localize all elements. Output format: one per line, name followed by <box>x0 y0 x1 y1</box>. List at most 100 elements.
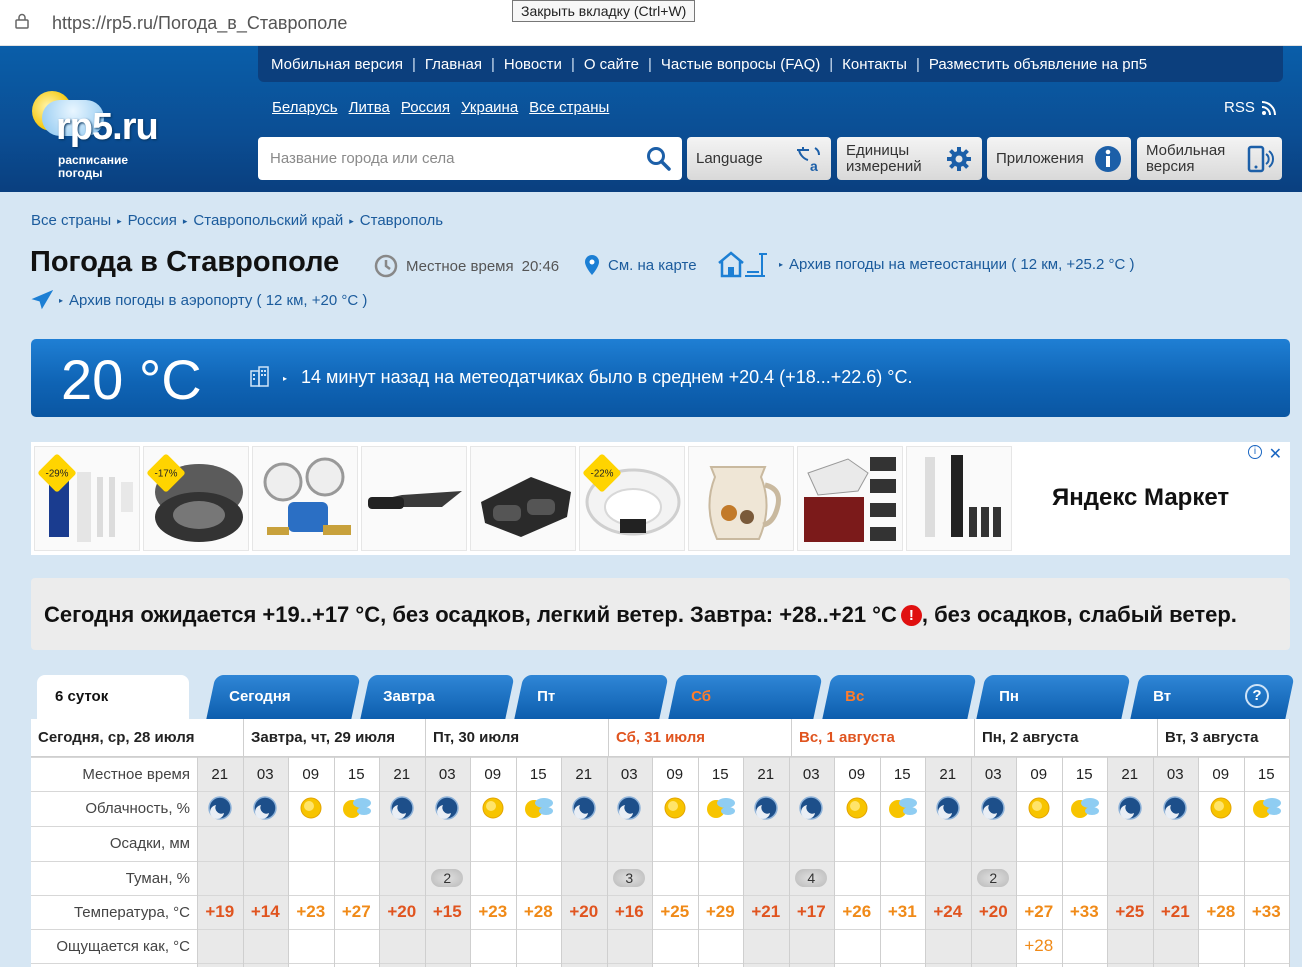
fog-cell: 4 <box>789 861 835 895</box>
station-archive-link[interactable]: ▸ Архив погоды на метеостанции ( 12 км, … <box>717 250 1135 278</box>
country-ukraine[interactable]: Украина <box>461 99 518 116</box>
night-sky-icon <box>425 791 471 825</box>
fog-badge: 2 <box>431 869 464 887</box>
breadcrumb-russia[interactable]: Россия <box>128 212 177 229</box>
svg-text:a: a <box>810 158 818 174</box>
warning-icon[interactable]: ! <box>900 605 922 626</box>
feels-like-cell <box>288 929 334 963</box>
country-all[interactable]: Все страны <box>529 99 609 116</box>
ad-product-regulator[interactable] <box>252 446 358 551</box>
ad-product-toothbrush[interactable]: -29% <box>34 446 140 551</box>
yandex-market-logo[interactable]: Яндекс Маркет <box>1052 484 1229 512</box>
apps-button[interactable]: Приложения <box>987 137 1131 180</box>
temperature-cell: +28 <box>523 902 553 921</box>
temperature-cell: +25 <box>1115 902 1145 921</box>
fog-cell <box>1062 861 1108 895</box>
feels-like-cell <box>561 929 607 963</box>
temperature-cell: +15 <box>432 902 462 921</box>
tab-today[interactable]: Сегодня <box>206 675 361 719</box>
night-sky-icon <box>743 791 789 825</box>
breadcrumb: Все страны ▸ Россия ▸ Ставропольский край ▸… <box>31 212 444 229</box>
tab-tuesday[interactable]: Вт <box>1130 675 1295 719</box>
help-icon[interactable]: ? <box>1245 684 1269 708</box>
airport-archive-link[interactable]: ▸ Архив погоды в аэропорту ( 12 км, +20 … <box>31 289 367 311</box>
ad-info-icon[interactable]: i <box>1248 445 1262 459</box>
night-sky-icon <box>607 791 653 825</box>
temperature-cell: +33 <box>1069 902 1099 921</box>
search-icon[interactable] <box>646 146 672 172</box>
ad-product-electric-toothbrush[interactable] <box>906 446 1012 551</box>
nav-post-ad[interactable]: Разместить объявление на рп5 <box>929 56 1147 73</box>
rss-link[interactable]: RSS <box>1224 99 1277 116</box>
breadcrumb-all-countries[interactable]: Все страны <box>31 212 111 229</box>
hour-cell: 21 <box>575 765 593 783</box>
ad-product-knife[interactable] <box>361 446 467 551</box>
top-navigation: Мобильная версия | Главная | Новости | О са… <box>258 46 1283 82</box>
nav-contacts[interactable]: Контакты <box>842 56 907 73</box>
airplane-icon <box>31 290 53 310</box>
tab-saturday[interactable]: Сб <box>668 675 823 719</box>
advertisement-banner[interactable]: -29% -17% -22% i ✕ Яндекс Маркет <box>31 442 1290 555</box>
ad-product-headstrap[interactable]: -22% <box>579 446 685 551</box>
page-title: Погода в Ставрополе <box>30 246 340 278</box>
feels-like-cell <box>652 929 698 963</box>
tab-monday[interactable]: Пн <box>976 675 1131 719</box>
units-button[interactable]: Единицы измерений <box>837 137 982 180</box>
hour-cell: 03 <box>438 765 456 783</box>
fog-cell <box>516 861 562 895</box>
fog-cell: 2 <box>971 861 1017 895</box>
nav-mobile-version[interactable]: Мобильная версия <box>271 56 403 73</box>
row-label-precipitation: Осадки, мм <box>109 834 190 852</box>
night-sky-icon <box>1107 791 1153 825</box>
search-input[interactable] <box>270 147 640 169</box>
ad-product-vr-box[interactable] <box>797 446 903 551</box>
sun-icon <box>1016 791 1062 825</box>
temperature-cell: +21 <box>1160 902 1190 921</box>
temperature-cell: +23 <box>478 902 508 921</box>
hour-cell: 15 <box>1075 765 1093 783</box>
hour-cell: 15 <box>711 765 729 783</box>
fog-cell <box>470 861 516 895</box>
city-search <box>258 137 682 180</box>
gear-icon <box>947 147 971 171</box>
site-logo[interactable]: rp5.ru расписание погоды <box>22 86 192 186</box>
language-button[interactable]: Language a <box>687 137 831 180</box>
map-link[interactable]: См. на карте <box>584 254 697 276</box>
feels-like-cell <box>880 929 926 963</box>
tab-tomorrow[interactable]: Завтра <box>360 675 515 719</box>
night-sky-icon <box>925 791 971 825</box>
tab-friday[interactable]: Пт <box>514 675 669 719</box>
nav-news[interactable]: Новости <box>504 56 562 73</box>
breadcrumb-region[interactable]: Ставропольский край <box>193 212 343 229</box>
feels-like-cell <box>698 929 744 963</box>
tab-6-days[interactable]: 6 суток <box>37 675 189 719</box>
row-label-local-time: Местное время <box>82 765 190 783</box>
night-sky-icon <box>789 791 835 825</box>
nav-home[interactable]: Главная <box>425 56 482 73</box>
nav-faq[interactable]: Частые вопросы (FAQ) <box>661 56 820 73</box>
forecast-table: Сегодня, ср, 28 июля Завтра, чт, 29 июля… <box>31 719 1290 967</box>
night-sky-icon <box>197 791 243 825</box>
fog-cell <box>925 861 971 895</box>
day-header-mon: Пн, 2 августа <box>975 719 1158 757</box>
country-lithuania[interactable]: Литва <box>349 99 390 116</box>
forecast-tabs: 6 суток Сегодня Завтра Пт Сб Вс Пн Вт ? <box>31 675 1295 719</box>
url-text[interactable]: https://rp5.ru/Погода_в_Ставрополе <box>52 13 347 34</box>
hour-cell: 21 <box>757 765 775 783</box>
row-label-cloudiness: Облачность, % <box>85 799 190 817</box>
ad-product-case[interactable]: -17% <box>143 446 249 551</box>
sun-cloud-icon <box>880 791 926 825</box>
rss-icon <box>1261 100 1276 115</box>
fog-cell <box>1244 861 1290 895</box>
mobile-version-button[interactable]: Мобильная версия <box>1137 137 1282 180</box>
breadcrumb-city[interactable]: Ставрополь <box>360 212 443 229</box>
nav-about[interactable]: О сайте <box>584 56 639 73</box>
country-belarus[interactable]: Беларусь <box>272 99 338 116</box>
tab-sunday[interactable]: Вс <box>822 675 977 719</box>
fog-cell <box>652 861 698 895</box>
sun-cloud-icon <box>698 791 744 825</box>
ad-product-jug[interactable] <box>688 446 794 551</box>
ad-close-icon[interactable]: ✕ <box>1269 444 1282 464</box>
country-russia[interactable]: Россия <box>401 99 450 116</box>
ad-product-vr-headset[interactable] <box>470 446 576 551</box>
